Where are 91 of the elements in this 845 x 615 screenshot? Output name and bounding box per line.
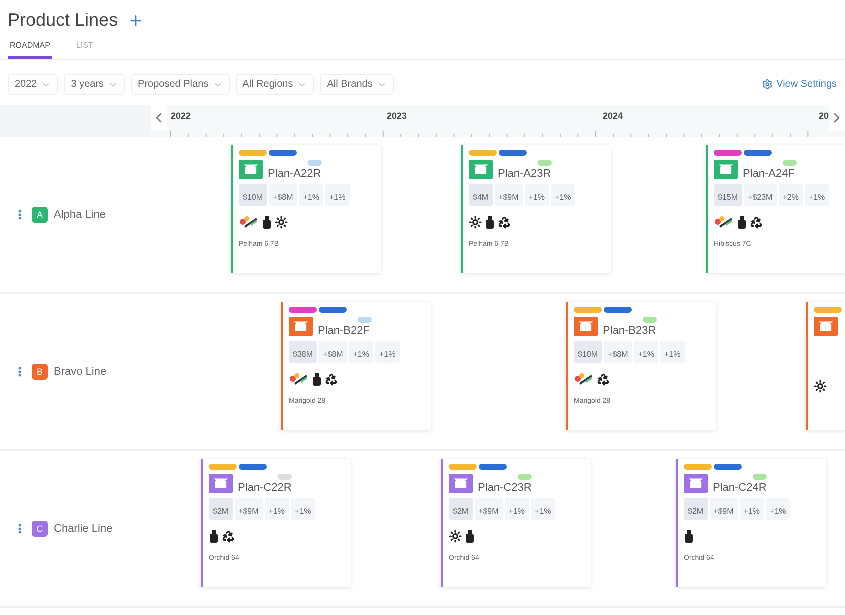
filter-dropdown[interactable]: 3 years <box>64 74 126 95</box>
metric-value: +1% <box>299 184 324 206</box>
metric-value: +1% <box>524 184 550 206</box>
bottle-icon <box>262 216 272 229</box>
metric-value: +1% <box>325 184 350 206</box>
metric-value: +2% <box>778 184 803 206</box>
settings-icon[interactable] <box>762 79 773 90</box>
line-name: Alpha Line <box>54 208 106 220</box>
metric-value: +1% <box>375 341 400 363</box>
box-icon <box>574 317 598 337</box>
line-avatar: B <box>32 364 48 380</box>
filter-dropdown[interactable]: All Brands <box>320 74 394 95</box>
sun-icon <box>469 216 482 229</box>
metric-value: +1% <box>264 498 290 520</box>
plan-title: Plan-A24F <box>743 168 796 180</box>
box-icon <box>714 160 738 180</box>
metric-value: +1% <box>551 184 576 206</box>
metric-value: +1% <box>634 341 658 363</box>
metric-value: +$9M <box>710 498 738 520</box>
metric-value: +1% <box>660 341 685 363</box>
bottle-icon <box>209 530 219 543</box>
plan-title: Plan-C24R <box>713 482 767 494</box>
metric-value: +$8M <box>604 341 632 363</box>
line-avatar: C <box>32 520 48 536</box>
metric-value: $15M <box>714 184 742 206</box>
bottle-icon <box>684 530 694 543</box>
sun-icon <box>814 380 827 394</box>
metric-value: +1% <box>291 498 316 520</box>
plan-title: Plan-C22R <box>238 482 292 494</box>
recycle-icon <box>750 216 763 229</box>
metric-value: $2M <box>684 498 708 520</box>
filter-dropdown[interactable]: 2022 <box>8 74 58 95</box>
metric-value: +$9M <box>234 498 263 520</box>
sun-icon <box>449 530 462 543</box>
filter-dropdown[interactable]: All Regions <box>236 74 314 95</box>
line-avatar: A <box>32 206 48 222</box>
bottle-icon <box>312 373 322 386</box>
tab[interactable]: ROADMAP <box>8 39 52 59</box>
view-settings-link[interactable]: View Settings <box>762 79 837 90</box>
line-name: Charlie Line <box>54 522 113 534</box>
metric-value: +$23M <box>744 184 777 206</box>
metric-value: +$8M <box>319 341 348 363</box>
metric-value: $2M <box>449 498 473 520</box>
brush-icon <box>574 373 594 386</box>
box-icon <box>289 317 313 337</box>
metric-value: +1% <box>766 498 790 520</box>
box-icon <box>814 317 838 336</box>
bottle-icon <box>485 216 495 229</box>
box-icon <box>469 160 493 180</box>
metric-value: $10M <box>239 184 268 206</box>
plan-title: Plan-B23R <box>603 325 657 337</box>
metric-value: +$8M <box>269 184 298 206</box>
year-label: 20 <box>818 110 829 123</box>
brush-icon <box>714 216 734 229</box>
recycle-icon <box>325 373 338 386</box>
sun-icon <box>275 216 288 229</box>
metric-value: +1% <box>349 341 374 363</box>
year-label: 2022 <box>170 110 192 123</box>
metric-value: +1% <box>804 184 830 206</box>
plan-title: Plan-A23R <box>498 168 552 180</box>
year-label: 2024 <box>602 110 624 123</box>
previous-button[interactable] <box>150 105 167 131</box>
line-name: Bravo Line <box>54 366 107 378</box>
box-icon <box>239 160 263 180</box>
metric-value: +1% <box>531 498 556 520</box>
plan-title: Plan-A22R <box>268 168 322 180</box>
brush-icon <box>289 373 309 386</box>
metric-value: $4M <box>469 184 493 206</box>
recycle-icon <box>597 373 610 386</box>
plan-title: Plan-B22F <box>318 325 371 337</box>
brush-icon <box>239 216 259 229</box>
filter-dropdown[interactable]: Proposed Plans <box>131 74 230 95</box>
box-icon <box>209 474 233 494</box>
page-title: Product Lines <box>8 10 118 31</box>
bottle-icon <box>737 216 747 229</box>
box-icon <box>684 474 708 494</box>
metric-value: +$9M <box>474 498 503 520</box>
box-icon <box>449 474 473 494</box>
bottle-icon <box>465 530 475 543</box>
metric-value: +1% <box>740 498 764 520</box>
recycle-icon <box>222 530 235 543</box>
metric-value: $10M <box>574 341 602 363</box>
plan-title: Plan-C23R <box>478 482 532 494</box>
next-button[interactable] <box>829 105 845 131</box>
metric-value: $38M <box>289 341 318 363</box>
recycle-icon <box>498 216 511 229</box>
year-label: 2023 <box>386 110 408 123</box>
metric-value: +$9M <box>494 184 523 206</box>
metric-value: +1% <box>504 498 530 520</box>
metric-value: $2M <box>209 498 233 520</box>
plan-card[interactable] <box>806 302 845 430</box>
